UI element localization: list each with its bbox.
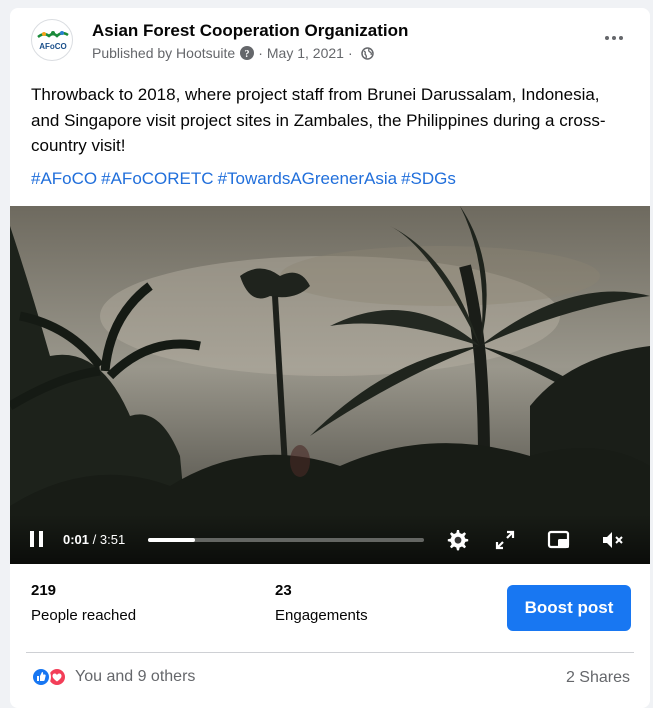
- meta-separator-2: ·: [347, 45, 353, 61]
- engagements-label: Engagements: [275, 607, 368, 624]
- hashtag-link[interactable]: #TowardsAGreenerAsia: [218, 169, 398, 188]
- hashtag-link[interactable]: #AFoCO: [31, 169, 97, 188]
- page-avatar[interactable]: AFoCO: [31, 19, 73, 61]
- settings-icon[interactable]: [444, 527, 470, 553]
- svg-text:AFoCO: AFoCO: [39, 42, 67, 51]
- hashtag-link[interactable]: #SDGs: [401, 169, 456, 188]
- more-icon: [605, 36, 609, 40]
- video-progress-bar[interactable]: [148, 538, 424, 542]
- video-time: 0:01 / 3:51: [63, 532, 125, 547]
- pip-icon[interactable]: [546, 527, 572, 553]
- meta-separator: ·: [258, 45, 263, 61]
- pause-icon[interactable]: [30, 531, 44, 547]
- svg-text:?: ?: [245, 49, 250, 60]
- engagements-stat[interactable]: 23 Engagements: [275, 582, 368, 624]
- boost-post-button[interactable]: Boost post: [507, 585, 631, 631]
- page-name-link[interactable]: Asian Forest Cooperation Organization: [92, 21, 408, 41]
- shares-count[interactable]: 2 Shares: [566, 669, 630, 687]
- hashtags: #AFoCO #AFoCORETC #TowardsAGreenerAsia #SDG…: [31, 169, 460, 189]
- video-progress-fill: [148, 538, 195, 542]
- afoco-logo: AFoCO: [37, 31, 69, 51]
- more-options-button[interactable]: [600, 28, 628, 48]
- post-insights: 219 People reached 23 Engagements Boost …: [10, 564, 650, 650]
- post-date-link[interactable]: May 1, 2021: [267, 45, 344, 61]
- video-frame: [10, 206, 650, 564]
- post-body: Throwback to 2018, where project staff f…: [31, 85, 606, 155]
- people-reached-label: People reached: [31, 607, 137, 624]
- mute-icon[interactable]: [600, 527, 626, 553]
- fullscreen-icon[interactable]: [492, 527, 518, 553]
- people-reached-value: 219: [31, 582, 57, 599]
- duration: / 3:51: [92, 532, 126, 547]
- globe-icon[interactable]: [360, 46, 374, 60]
- video-player[interactable]: 0:01 / 3:51: [10, 206, 650, 564]
- reactions-text[interactable]: You and 9 others: [75, 668, 195, 686]
- hashtag-link[interactable]: #AFoCORETC: [101, 169, 213, 188]
- published-by: Published by Hootsuite: [92, 45, 236, 61]
- engagements-value: 23: [275, 582, 292, 599]
- reactions-summary[interactable]: You and 9 others: [31, 667, 195, 687]
- divider: [26, 652, 634, 653]
- like-reaction-icon: [31, 667, 51, 687]
- info-icon[interactable]: ?: [240, 46, 255, 60]
- post-header: AFoCO Asian Forest Cooperation Organizat…: [10, 8, 650, 78]
- current-time: 0:01: [63, 532, 90, 547]
- post-card: AFoCO Asian Forest Cooperation Organizat…: [10, 8, 650, 708]
- people-reached-stat[interactable]: 219 People reached: [31, 582, 136, 624]
- post-meta: Published by Hootsuite ? · May 1, 2021 ·: [92, 45, 374, 61]
- video-controls: 0:01 / 3:51: [10, 514, 650, 564]
